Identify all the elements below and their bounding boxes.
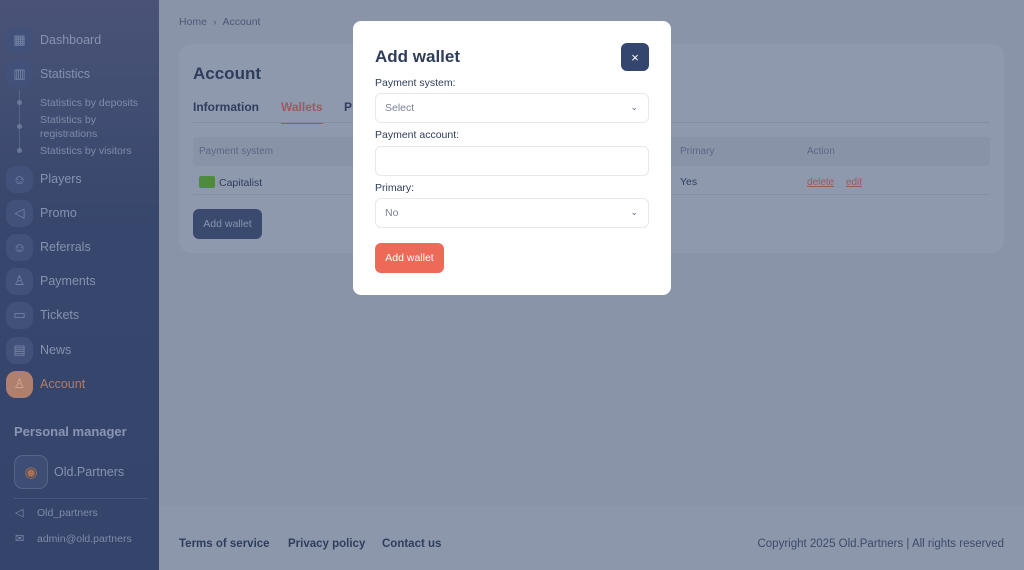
- copyright: Copyright 2025 Old.Partners | All rights…: [757, 538, 1004, 550]
- payment-system-select[interactable]: Select ⌄: [375, 93, 649, 123]
- user-icon: ♙: [6, 370, 33, 398]
- users-icon: ☺: [6, 233, 33, 261]
- ticket-icon: ▭: [6, 301, 33, 329]
- contact-link[interactable]: Contact us: [382, 538, 441, 550]
- sidebar-item-players[interactable]: ☺ Players: [6, 165, 82, 193]
- sidebar-item-referrals[interactable]: ☺ Referrals: [6, 233, 91, 261]
- sidebar-sub-visitors[interactable]: Statistics by visitors: [40, 144, 155, 158]
- close-button[interactable]: ×: [621, 43, 649, 71]
- sidebar-item-statistics[interactable]: ▥ Statistics: [6, 60, 90, 88]
- user-plus-icon: ♙: [6, 267, 33, 295]
- sidebar-item-account[interactable]: ♙ Account: [6, 370, 85, 398]
- chevron-down-icon: ⌄: [630, 207, 638, 217]
- sidebar-item-payments[interactable]: ♙ Payments: [6, 267, 96, 295]
- chevron-right-icon: ›: [213, 16, 217, 28]
- page-title: Account: [193, 64, 261, 83]
- bullet: [17, 100, 22, 105]
- manager-logo: ◉: [14, 455, 48, 489]
- footer: Terms of service Privacy policy Contact …: [159, 506, 1024, 570]
- breadcrumb-current: Account: [222, 16, 261, 28]
- primary-label: Primary:: [375, 182, 415, 194]
- users-icon: ☺: [6, 165, 33, 193]
- divider: [14, 498, 148, 499]
- bullet: [17, 148, 22, 153]
- terms-link[interactable]: Terms of service: [179, 538, 270, 550]
- payment-account-input[interactable]: [375, 146, 649, 176]
- column-action: Action: [807, 146, 835, 157]
- cell-primary: Yes: [680, 176, 698, 188]
- book-icon: ▤: [6, 336, 33, 364]
- cell-payment-system: Capitalist: [199, 176, 262, 189]
- sidebar-item-tickets[interactable]: ▭ Tickets: [6, 301, 79, 329]
- bullet: [17, 124, 22, 129]
- telegram-link[interactable]: ◁ Old_partners: [15, 506, 98, 520]
- sidebar-item-dashboard[interactable]: ▦ Dashboard: [6, 26, 101, 54]
- tab-wallets[interactable]: Wallets: [281, 100, 323, 124]
- sidebar-sub-registrations[interactable]: Statistics by registrations: [40, 113, 155, 141]
- mail-icon: ✉: [15, 533, 25, 545]
- modal-title: Add wallet: [375, 47, 461, 66]
- telegram-icon: ◁: [15, 507, 24, 519]
- sidebar-sub-deposits[interactable]: Statistics by deposits: [40, 96, 155, 110]
- breadcrumb-home[interactable]: Home: [179, 16, 207, 28]
- add-wallet-button[interactable]: Add wallet: [193, 209, 262, 239]
- tab-partial[interactable]: P: [344, 100, 352, 114]
- add-wallet-modal: Add wallet × Payment system: Select ⌄ Pay…: [353, 21, 671, 295]
- edit-link[interactable]: edit: [846, 177, 862, 188]
- payment-account-label: Payment account:: [375, 129, 460, 141]
- manager-name: Old.Partners: [54, 465, 125, 479]
- delete-link[interactable]: delete: [807, 177, 834, 188]
- submit-add-wallet-button[interactable]: Add wallet: [375, 243, 444, 273]
- cell-action: delete edit: [807, 176, 862, 188]
- breadcrumb: Home › Account: [179, 16, 260, 28]
- email-link[interactable]: ✉ admin@old.partners: [15, 532, 132, 546]
- primary-select[interactable]: No ⌄: [375, 198, 649, 228]
- privacy-link[interactable]: Privacy policy: [288, 538, 365, 550]
- personal-manager-title: Personal manager: [14, 424, 127, 439]
- sidebar-item-news[interactable]: ▤ News: [6, 336, 71, 364]
- chart-icon: ▥: [6, 60, 33, 88]
- grid-icon: ▦: [6, 26, 33, 54]
- sidebar: ▦ Dashboard ▥ Statistics Statistics by dep…: [0, 0, 159, 570]
- tab-information[interactable]: Information: [193, 100, 259, 114]
- capitalist-icon: [199, 176, 215, 188]
- sidebar-item-promo[interactable]: ◁ Promo: [6, 199, 77, 227]
- column-primary: Primary: [680, 146, 715, 157]
- payment-system-label: Payment system:: [375, 77, 456, 89]
- megaphone-icon: ◁: [6, 199, 33, 227]
- column-payment-system: Payment system: [199, 146, 273, 157]
- chevron-down-icon: ⌄: [630, 102, 638, 112]
